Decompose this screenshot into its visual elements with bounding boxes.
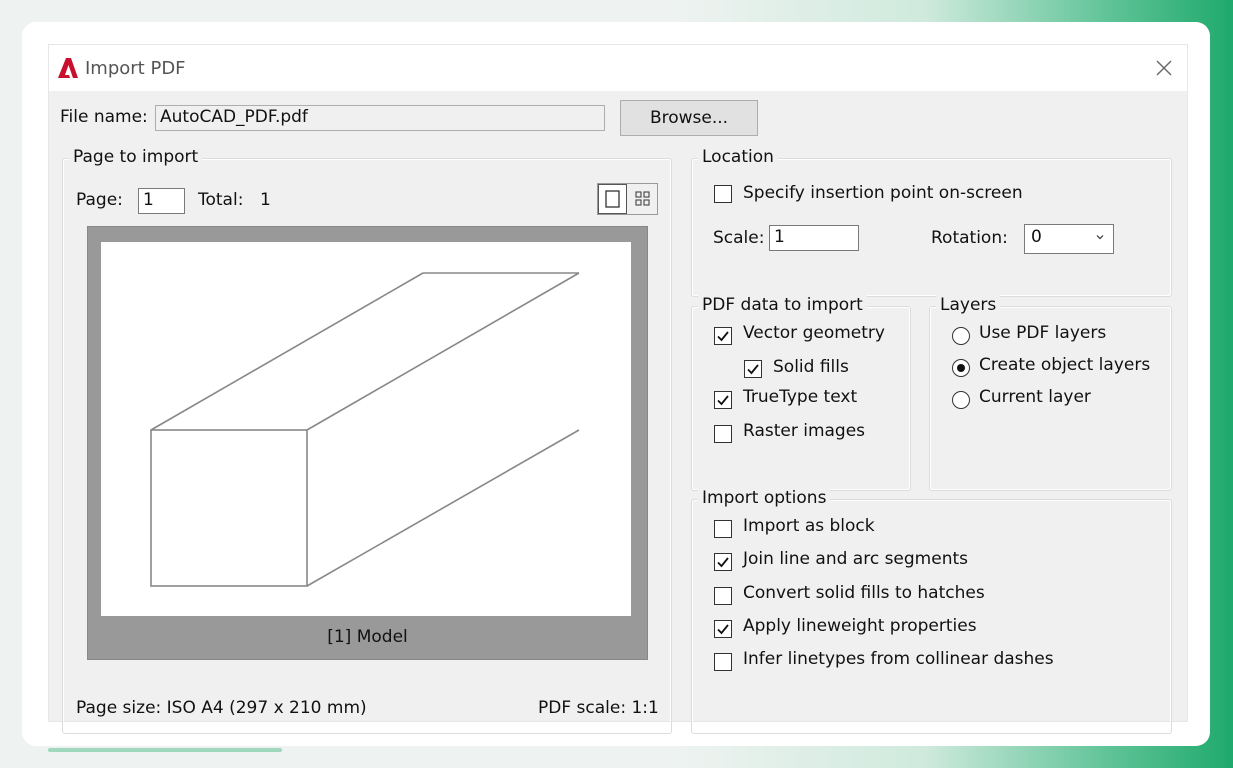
location-legend: Location bbox=[698, 147, 778, 167]
file-name-label: File name: bbox=[60, 107, 148, 127]
create-object-layers-label: Create object layers bbox=[979, 355, 1151, 375]
specify-insertion-checkbox[interactable] bbox=[714, 185, 732, 203]
page-input[interactable]: 1 bbox=[138, 188, 185, 214]
convert-fills-checkbox[interactable] bbox=[714, 587, 732, 605]
file-name-field[interactable]: AutoCAD_PDF.pdf bbox=[155, 105, 605, 131]
total-label: Total: bbox=[198, 190, 244, 210]
checkmark-icon bbox=[747, 364, 759, 375]
rotation-label: Rotation: bbox=[931, 228, 1008, 248]
autocad-logo-icon bbox=[58, 58, 78, 78]
scale-input[interactable]: 1 bbox=[769, 225, 859, 251]
page-size-text: Page size: ISO A4 (297 x 210 mm) bbox=[76, 698, 367, 718]
page-preview[interactable]: [1] Model bbox=[87, 226, 648, 660]
pdf-data-legend: PDF data to import bbox=[698, 295, 867, 315]
page-to-import-legend: Page to import bbox=[69, 147, 203, 167]
solid-fills-label: Solid fills bbox=[773, 357, 849, 377]
window-title: Import PDF bbox=[85, 58, 186, 79]
import-pdf-dialog: Import PDF File name: AutoCAD_PDF.pdf Br… bbox=[48, 44, 1188, 734]
infer-linetypes-label: Infer linetypes from collinear dashes bbox=[743, 649, 1054, 669]
join-segments-checkbox[interactable] bbox=[714, 553, 732, 571]
grid-view-icon bbox=[635, 191, 650, 206]
use-pdf-layers-label: Use PDF layers bbox=[979, 323, 1107, 343]
browse-button[interactable]: Browse... bbox=[620, 100, 758, 136]
checkmark-icon bbox=[717, 395, 729, 406]
radio-selected-dot bbox=[957, 364, 965, 372]
close-icon[interactable] bbox=[1154, 58, 1174, 78]
create-object-layers-radio[interactable] bbox=[952, 359, 970, 377]
page-label: Page: bbox=[76, 190, 123, 210]
rotation-select[interactable]: 0 bbox=[1024, 224, 1114, 254]
use-pdf-layers-radio[interactable] bbox=[952, 327, 970, 345]
layers-legend: Layers bbox=[936, 295, 1001, 315]
pdf-scale-text: PDF scale: 1:1 bbox=[538, 698, 659, 718]
checkmark-icon bbox=[717, 331, 729, 342]
single-page-icon bbox=[605, 190, 620, 208]
raster-images-checkbox[interactable] bbox=[714, 425, 732, 443]
checkmark-icon bbox=[717, 557, 729, 568]
current-layer-radio[interactable] bbox=[952, 391, 970, 409]
specify-insertion-label: Specify insertion point on-screen bbox=[743, 183, 1023, 203]
view-mode-toggle bbox=[597, 183, 658, 215]
preview-drawing bbox=[150, 272, 580, 587]
current-layer-label: Current layer bbox=[979, 387, 1091, 407]
preview-caption: [1] Model bbox=[327, 627, 408, 647]
total-value: 1 bbox=[260, 190, 271, 210]
solid-fills-checkbox[interactable] bbox=[744, 360, 762, 378]
apply-lineweight-checkbox[interactable] bbox=[714, 620, 732, 638]
vector-geometry-checkbox[interactable] bbox=[714, 327, 732, 345]
card-background: Import PDF File name: AutoCAD_PDF.pdf Br… bbox=[22, 22, 1210, 746]
vector-geometry-label: Vector geometry bbox=[743, 323, 885, 343]
import-as-block-label: Import as block bbox=[743, 516, 875, 536]
grid-view-button[interactable] bbox=[628, 184, 657, 214]
apply-lineweight-label: Apply lineweight properties bbox=[743, 616, 977, 636]
convert-fills-label: Convert solid fills to hatches bbox=[743, 583, 985, 603]
join-segments-label: Join line and arc segments bbox=[743, 549, 968, 569]
accent-underline bbox=[48, 748, 282, 752]
raster-images-label: Raster images bbox=[743, 421, 866, 441]
preview-paper bbox=[101, 242, 631, 616]
single-page-view-button[interactable] bbox=[598, 184, 627, 214]
title-bar[interactable]: Import PDF bbox=[49, 45, 1187, 91]
chevron-down-icon bbox=[1096, 235, 1104, 240]
scale-label: Scale: bbox=[713, 228, 765, 248]
truetype-text-label: TrueType text bbox=[743, 387, 858, 407]
import-as-block-checkbox[interactable] bbox=[714, 520, 732, 538]
import-options-legend: Import options bbox=[698, 488, 831, 508]
infer-linetypes-checkbox[interactable] bbox=[714, 653, 732, 671]
rotation-value: 0 bbox=[1031, 227, 1042, 247]
truetype-text-checkbox[interactable] bbox=[714, 391, 732, 409]
checkmark-icon bbox=[717, 624, 729, 635]
